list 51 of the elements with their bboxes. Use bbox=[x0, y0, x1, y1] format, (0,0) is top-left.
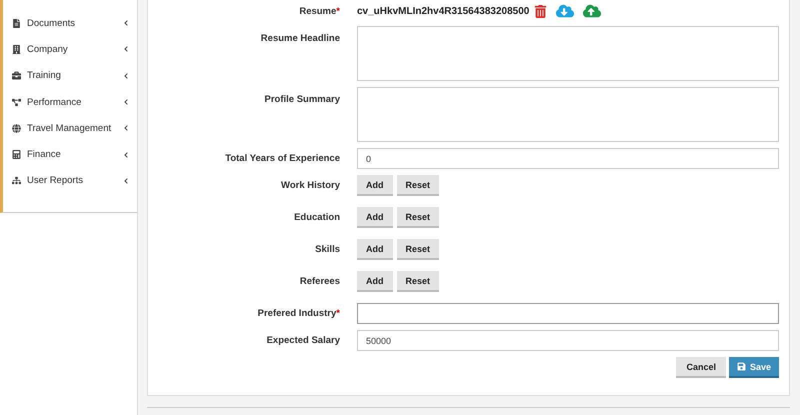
sidebar-item[interactable]: User Reports bbox=[3, 168, 137, 194]
cancel-button[interactable]: Cancel bbox=[676, 357, 726, 378]
field-label: Resume* bbox=[298, 6, 341, 16]
file-name: cv_uHkvMLIn2hv4R31564383208500 bbox=[357, 6, 530, 16]
chevron-icon bbox=[123, 125, 129, 132]
sidebar-item[interactable]: Company bbox=[3, 36, 137, 63]
sidebar-item[interactable]: Travel Management bbox=[3, 115, 137, 142]
add-button[interactable]: Add bbox=[357, 239, 392, 260]
reset-button[interactable]: Reset bbox=[396, 239, 440, 260]
field-label: Referees bbox=[298, 276, 341, 287]
save-icon bbox=[736, 362, 746, 371]
chevron-icon bbox=[123, 46, 129, 52]
add-button[interactable]: Add bbox=[357, 207, 392, 228]
add-button[interactable]: Add bbox=[357, 271, 392, 292]
reset-button[interactable]: Reset bbox=[396, 207, 440, 228]
briefcase-icon bbox=[12, 71, 21, 80]
reset-button[interactable]: Reset bbox=[396, 271, 440, 292]
chevron-icon bbox=[123, 72, 129, 79]
diagram-icon bbox=[12, 98, 21, 107]
field-label: Resume Headline bbox=[260, 32, 341, 44]
delete-icon[interactable] bbox=[534, 4, 548, 18]
field-label: Education bbox=[293, 212, 341, 223]
input-field[interactable]: 0 bbox=[357, 148, 779, 169]
field-label: Total Years of Experience bbox=[224, 153, 341, 164]
chevron-icon bbox=[123, 99, 129, 106]
field-label: Expected Salary bbox=[266, 335, 341, 346]
globe-icon bbox=[12, 124, 21, 133]
calculator-icon bbox=[12, 150, 21, 160]
chevron-icon bbox=[123, 178, 129, 184]
field-label: Prefered Industry* bbox=[256, 308, 341, 319]
field-label: Skills bbox=[314, 244, 341, 255]
text-area[interactable] bbox=[357, 26, 779, 81]
cloud-download-icon[interactable] bbox=[556, 2, 574, 20]
chevron-icon bbox=[123, 20, 129, 26]
input-field[interactable]: 50000 bbox=[357, 330, 779, 351]
sidebar-item[interactable]: Training bbox=[3, 62, 137, 89]
save-button[interactable]: Save bbox=[728, 357, 779, 378]
input-field[interactable] bbox=[357, 303, 779, 324]
sidebar-item[interactable]: Finance bbox=[3, 141, 137, 168]
building-icon bbox=[12, 44, 21, 54]
add-button[interactable]: Add bbox=[357, 175, 392, 196]
reset-button[interactable]: Reset bbox=[396, 175, 440, 196]
document-icon bbox=[12, 18, 21, 28]
chevron-icon bbox=[123, 152, 129, 158]
field-label: Profile Summary bbox=[264, 93, 341, 105]
cloud-upload-icon[interactable] bbox=[583, 2, 602, 20]
sidebar-item[interactable]: Documents bbox=[3, 10, 137, 36]
sitemap-icon bbox=[12, 176, 21, 186]
text-area[interactable] bbox=[357, 87, 779, 142]
sidebar-item[interactable]: Performance bbox=[3, 88, 137, 116]
field-label: Work History bbox=[280, 180, 341, 191]
